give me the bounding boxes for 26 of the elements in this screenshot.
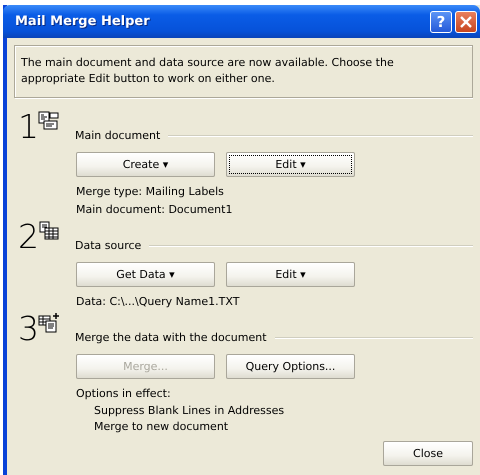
action-button[interactable]: Create ▾	[76, 152, 215, 177]
section-title: Main document	[75, 129, 160, 143]
action-button[interactable]: Get Data ▾	[76, 262, 215, 287]
section-title: Merge the data with the document	[75, 331, 267, 345]
table-document-icon	[38, 221, 60, 241]
info-text: Options in effect:	[76, 386, 172, 402]
step-number: 2	[18, 220, 38, 254]
info-text: Merge type: Mailing Labels	[76, 184, 225, 200]
section-title: Data source	[75, 239, 142, 253]
action-button[interactable]: Query Options...	[226, 354, 355, 379]
action-button[interactable]: Edit ▾	[226, 262, 355, 287]
window-title: Mail Merge Helper	[15, 14, 151, 29]
close-icon	[460, 16, 472, 28]
step-number: 3	[18, 312, 38, 346]
option-text: Suppress Blank Lines in Addresses	[93, 403, 286, 419]
help-button[interactable]: ?	[430, 10, 452, 32]
merge-documents-icon	[38, 313, 60, 333]
close-button[interactable]	[455, 10, 477, 32]
option-text: Merge to new document	[93, 419, 230, 435]
documents-icon	[38, 111, 60, 131]
info-text: Main document: Document1	[76, 202, 234, 218]
action-button[interactable]: Edit ▾	[226, 152, 355, 177]
message-text: The main document and data source are now available. Choose the appropriate Edit button to work on either one.	[21, 55, 395, 87]
step-number: 1	[18, 110, 38, 144]
info-text: Data: C:\...\Query Name1.TXT	[76, 294, 240, 310]
close-button[interactable]: Close	[383, 441, 473, 466]
